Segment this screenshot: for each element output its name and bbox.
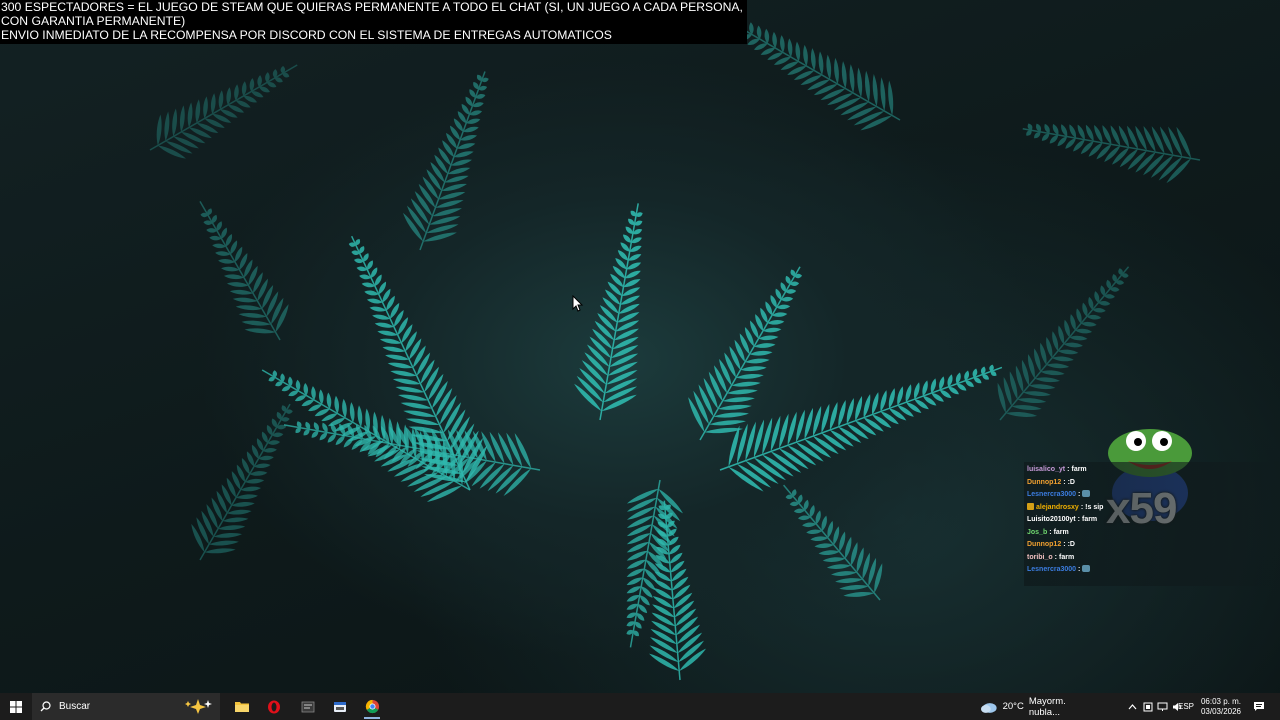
clock[interactable]: 06:03 p. m. 03/03/2026 [1198, 693, 1244, 720]
language-indicator[interactable]: ESP [1176, 693, 1196, 720]
fern-frond [1022, 123, 1201, 184]
chat-username: Lesnercra3000 [1027, 491, 1077, 498]
chat-text: farm [1059, 553, 1075, 561]
network-icon[interactable] [1155, 693, 1170, 720]
weather-temp: 20°C [1002, 701, 1024, 712]
desktop-wallpaper: 300 ESPECTADORES = EL JUEGO DE STEAM QUE… [0, 0, 1280, 693]
fern-frond [199, 201, 289, 341]
chat-text: :D [1067, 541, 1075, 548]
file-explorer-icon[interactable] [226, 693, 258, 720]
chat-username: Dunnop12 [1027, 478, 1062, 486]
fern-frond [283, 421, 541, 496]
clock-date: 03/03/2026 [1200, 706, 1242, 716]
chat-text: farm [1071, 466, 1087, 473]
fern-frond [783, 484, 883, 601]
chat-username: luisalico_yt [1027, 466, 1066, 473]
chat-message: Dunnop12::D [1027, 477, 1280, 490]
chat-username: toribi_o [1027, 553, 1053, 561]
overlay-line-3: ENVIO INMEDIATO DE LA RECOMPENSA POR DIS… [1, 28, 612, 42]
fern-frond [997, 266, 1130, 421]
chat-emote-icon [1082, 565, 1091, 572]
fern-frond [149, 64, 298, 159]
chat-text: !s sip [1085, 503, 1104, 511]
fern-frond [688, 266, 803, 441]
chat-separator: : [1077, 516, 1080, 523]
fern-wallpaper-image [149, 9, 1201, 681]
chat-separator: : [1063, 541, 1066, 548]
chat-message: luisalico_yt: farm [1027, 464, 1280, 477]
chat-message: Luisito20100yt: farm [1027, 514, 1280, 527]
stream-overlay-banner: 300 ESPECTADORES = EL JUEGO DE STEAM QUE… [0, 0, 747, 44]
chat-message: Dunnop12::D [1027, 539, 1280, 552]
weather-desc: Mayorm. nubla... [1028, 695, 1066, 718]
windows-logo-icon [10, 700, 22, 713]
chat-separator: : [1080, 503, 1084, 511]
chat-message: Lesnercra3000: [1027, 564, 1280, 577]
sparkle-icon [185, 699, 212, 714]
opera-icon[interactable] [258, 693, 290, 720]
mouse-cursor-icon [572, 295, 584, 312]
chat-message: Lesnercra3000: [1027, 489, 1280, 502]
chat-text: :D [1067, 478, 1075, 486]
tray-app-icon[interactable] [1140, 693, 1155, 720]
overlay-line-2: CON GARANTIA PERMANENTE) [1, 14, 186, 28]
search-icon [40, 701, 51, 712]
chat-username: alejandrosxy [1036, 503, 1079, 511]
chat-separator: : [1054, 553, 1058, 561]
chat-separator: : [1078, 566, 1081, 573]
notification-icon [1254, 702, 1264, 711]
fern-frond [626, 479, 683, 648]
chevron-up-icon[interactable] [1125, 693, 1140, 720]
app-icon-2[interactable] [324, 693, 356, 720]
taskbar: Buscar 20°C Mayorm. nubla... ESP 06:03 p… [0, 693, 1280, 720]
chat-message: Jos_b: farm [1027, 527, 1280, 540]
fern-frond [719, 364, 1003, 492]
chat-username: Jos_b [1027, 528, 1048, 536]
chat-emote-icon [1082, 490, 1091, 497]
chat-text: farm [1081, 516, 1098, 523]
start-button[interactable] [0, 693, 32, 720]
chat-message: alejandrosxy: !s sip [1027, 502, 1280, 515]
chat-separator: : [1063, 478, 1066, 486]
stream-chat-overlay: luisalico_yt: farm Dunnop12::D Lesnercra300… [1024, 462, 1280, 586]
fern-frond [191, 403, 293, 561]
app-icon-1[interactable] [292, 693, 324, 720]
chat-username: Dunnop12 [1027, 541, 1062, 548]
chat-username: Luisito20100yt [1027, 516, 1076, 523]
chrome-icon[interactable] [356, 693, 388, 720]
fern-frond [403, 71, 489, 251]
cloud-icon [980, 702, 997, 713]
search-placeholder: Buscar [59, 701, 91, 712]
chat-badge-icon [1027, 502, 1034, 510]
chat-username: Lesnercra3000 [1027, 566, 1077, 573]
chat-separator: : [1078, 491, 1081, 498]
overlay-line-1: 300 ESPECTADORES = EL JUEGO DE STEAM QUE… [1, 0, 743, 14]
chat-separator: : [1049, 528, 1052, 536]
weather-widget[interactable]: 20°C Mayorm. nubla... [980, 693, 1098, 720]
search-input[interactable]: Buscar [32, 693, 220, 720]
chat-message: toribi_o: farm [1027, 552, 1280, 565]
chat-text: farm [1053, 528, 1069, 536]
notification-center-button[interactable] [1246, 693, 1272, 720]
chat-separator: : [1067, 466, 1070, 473]
clock-time: 06:03 p. m. [1200, 696, 1242, 706]
